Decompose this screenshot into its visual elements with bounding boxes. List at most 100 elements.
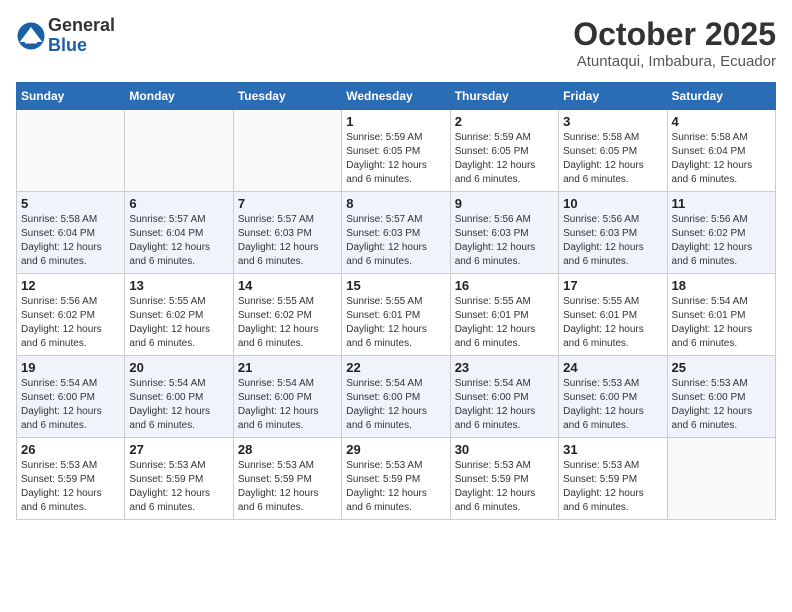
day-number: 17	[563, 278, 662, 293]
day-info: Sunrise: 5:58 AM Sunset: 6:04 PM Dayligh…	[21, 213, 120, 269]
day-info: Sunrise: 5:59 AM Sunset: 6:05 PM Dayligh…	[346, 131, 445, 187]
day-number: 15	[346, 278, 445, 293]
calendar-cell: 6 Sunrise: 5:57 AM Sunset: 6:04 PM Daylig…	[125, 192, 233, 274]
weekday-header-thursday: Thursday	[450, 83, 558, 110]
day-number: 14	[238, 278, 337, 293]
month-title: October 2025	[573, 16, 776, 53]
day-info: Sunrise: 5:55 AM Sunset: 6:01 PM Dayligh…	[563, 295, 662, 351]
day-number: 13	[129, 278, 228, 293]
day-number: 9	[455, 196, 554, 211]
day-number: 12	[21, 278, 120, 293]
day-info: Sunrise: 5:54 AM Sunset: 6:00 PM Dayligh…	[129, 377, 228, 433]
calendar-cell: 1 Sunrise: 5:59 AM Sunset: 6:05 PM Daylig…	[342, 110, 450, 192]
calendar-cell: 8 Sunrise: 5:57 AM Sunset: 6:03 PM Daylig…	[342, 192, 450, 274]
calendar-table: SundayMondayTuesdayWednesdayThursdayFrid…	[16, 82, 776, 520]
day-number: 5	[21, 196, 120, 211]
day-info: Sunrise: 5:54 AM Sunset: 6:00 PM Dayligh…	[21, 377, 120, 433]
calendar-week-1: 1 Sunrise: 5:59 AM Sunset: 6:05 PM Daylig…	[17, 110, 776, 192]
weekday-header-sunday: Sunday	[17, 83, 125, 110]
day-number: 21	[238, 360, 337, 375]
calendar-week-2: 5 Sunrise: 5:58 AM Sunset: 6:04 PM Daylig…	[17, 192, 776, 274]
day-number: 19	[21, 360, 120, 375]
calendar-cell: 5 Sunrise: 5:58 AM Sunset: 6:04 PM Daylig…	[17, 192, 125, 274]
calendar-cell: 23Sunrise: 5:54 AM Sunset: 6:00 PM Dayli…	[450, 356, 558, 438]
day-number: 10	[563, 196, 662, 211]
logo-blue: Blue	[48, 36, 115, 56]
day-number: 30	[455, 442, 554, 457]
calendar-cell: 13 Sunrise: 5:55 AM Sunset: 6:02 PM Dayli…	[125, 274, 233, 356]
day-number: 16	[455, 278, 554, 293]
day-number: 18	[672, 278, 771, 293]
day-info: Sunrise: 5:55 AM Sunset: 6:01 PM Dayligh…	[346, 295, 445, 351]
day-number: 27	[129, 442, 228, 457]
calendar-cell: 17 Sunrise: 5:55 AM Sunset: 6:01 PM Dayli…	[559, 274, 667, 356]
page-header: General Blue October 2025 Atuntaqui, Imb…	[16, 16, 776, 70]
day-number: 24	[563, 360, 662, 375]
calendar-cell: 7Sunrise: 5:57 AM Sunset: 6:03 PM Daylig…	[233, 192, 341, 274]
logo: General Blue	[16, 16, 115, 56]
logo-icon	[16, 21, 46, 51]
day-info: Sunrise: 5:55 AM Sunset: 6:01 PM Dayligh…	[455, 295, 554, 351]
day-info: Sunrise: 5:54 AM Sunset: 6:00 PM Dayligh…	[346, 377, 445, 433]
calendar-cell: 26 Sunrise: 5:53 AM Sunset: 5:59 PM Dayli…	[17, 438, 125, 520]
calendar-body: 1 Sunrise: 5:59 AM Sunset: 6:05 PM Daylig…	[17, 110, 776, 520]
day-info: Sunrise: 5:53 AM Sunset: 6:00 PM Dayligh…	[672, 377, 771, 433]
day-info: Sunrise: 5:53 AM Sunset: 5:59 PM Dayligh…	[563, 459, 662, 515]
day-info: Sunrise: 5:54 AM Sunset: 6:00 PM Dayligh…	[455, 377, 554, 433]
calendar-cell: 31 Sunrise: 5:53 AM Sunset: 5:59 PM Dayli…	[559, 438, 667, 520]
day-info: Sunrise: 5:55 AM Sunset: 6:02 PM Dayligh…	[238, 295, 337, 351]
calendar-cell	[125, 110, 233, 192]
day-info: Sunrise: 5:53 AM Sunset: 5:59 PM Dayligh…	[21, 459, 120, 515]
calendar-week-5: 26 Sunrise: 5:53 AM Sunset: 5:59 PM Dayli…	[17, 438, 776, 520]
calendar-cell	[233, 110, 341, 192]
calendar-week-3: 12 Sunrise: 5:56 AM Sunset: 6:02 PM Dayli…	[17, 274, 776, 356]
day-number: 8	[346, 196, 445, 211]
weekday-header-friday: Friday	[559, 83, 667, 110]
day-info: Sunrise: 5:54 AM Sunset: 6:00 PM Dayligh…	[238, 377, 337, 433]
calendar-cell: 25 Sunrise: 5:53 AM Sunset: 6:00 PM Dayli…	[667, 356, 775, 438]
day-info: Sunrise: 5:58 AM Sunset: 6:05 PM Dayligh…	[563, 131, 662, 187]
day-info: Sunrise: 5:56 AM Sunset: 6:03 PM Dayligh…	[455, 213, 554, 269]
weekday-header-wednesday: Wednesday	[342, 83, 450, 110]
day-info: Sunrise: 5:57 AM Sunset: 6:04 PM Dayligh…	[129, 213, 228, 269]
calendar-cell: 27 Sunrise: 5:53 AM Sunset: 5:59 PM Dayli…	[125, 438, 233, 520]
day-number: 11	[672, 196, 771, 211]
day-info: Sunrise: 5:55 AM Sunset: 6:02 PM Dayligh…	[129, 295, 228, 351]
day-number: 1	[346, 114, 445, 129]
weekday-header-monday: Monday	[125, 83, 233, 110]
weekday-header-saturday: Saturday	[667, 83, 775, 110]
day-number: 31	[563, 442, 662, 457]
day-info: Sunrise: 5:53 AM Sunset: 5:59 PM Dayligh…	[346, 459, 445, 515]
calendar-cell: 18Sunrise: 5:54 AM Sunset: 6:01 PM Dayli…	[667, 274, 775, 356]
calendar-cell: 11 Sunrise: 5:56 AM Sunset: 6:02 PM Dayli…	[667, 192, 775, 274]
day-number: 6	[129, 196, 228, 211]
day-info: Sunrise: 5:58 AM Sunset: 6:04 PM Dayligh…	[672, 131, 771, 187]
calendar-cell	[667, 438, 775, 520]
day-info: Sunrise: 5:57 AM Sunset: 6:03 PM Dayligh…	[346, 213, 445, 269]
calendar-cell: 14 Sunrise: 5:55 AM Sunset: 6:02 PM Dayli…	[233, 274, 341, 356]
day-info: Sunrise: 5:53 AM Sunset: 5:59 PM Dayligh…	[129, 459, 228, 515]
day-number: 25	[672, 360, 771, 375]
calendar-cell	[17, 110, 125, 192]
day-number: 2	[455, 114, 554, 129]
day-info: Sunrise: 5:56 AM Sunset: 6:02 PM Dayligh…	[21, 295, 120, 351]
calendar-week-4: 19 Sunrise: 5:54 AM Sunset: 6:00 PM Dayli…	[17, 356, 776, 438]
logo-text: General Blue	[48, 16, 115, 56]
day-info: Sunrise: 5:53 AM Sunset: 5:59 PM Dayligh…	[455, 459, 554, 515]
title-block: October 2025 Atuntaqui, Imbabura, Ecuado…	[573, 16, 776, 70]
calendar-cell: 4 Sunrise: 5:58 AM Sunset: 6:04 PM Daylig…	[667, 110, 775, 192]
calendar-cell: 3Sunrise: 5:58 AM Sunset: 6:05 PM Daylig…	[559, 110, 667, 192]
weekday-row: SundayMondayTuesdayWednesdayThursdayFrid…	[17, 83, 776, 110]
logo-general: General	[48, 16, 115, 36]
calendar-cell: 2Sunrise: 5:59 AM Sunset: 6:05 PM Daylig…	[450, 110, 558, 192]
day-info: Sunrise: 5:56 AM Sunset: 6:02 PM Dayligh…	[672, 213, 771, 269]
day-info: Sunrise: 5:56 AM Sunset: 6:03 PM Dayligh…	[563, 213, 662, 269]
location: Atuntaqui, Imbabura, Ecuador	[573, 53, 776, 70]
day-number: 29	[346, 442, 445, 457]
day-number: 26	[21, 442, 120, 457]
day-number: 4	[672, 114, 771, 129]
day-number: 7	[238, 196, 337, 211]
calendar-cell: 29 Sunrise: 5:53 AM Sunset: 5:59 PM Dayli…	[342, 438, 450, 520]
day-info: Sunrise: 5:53 AM Sunset: 6:00 PM Dayligh…	[563, 377, 662, 433]
day-number: 28	[238, 442, 337, 457]
